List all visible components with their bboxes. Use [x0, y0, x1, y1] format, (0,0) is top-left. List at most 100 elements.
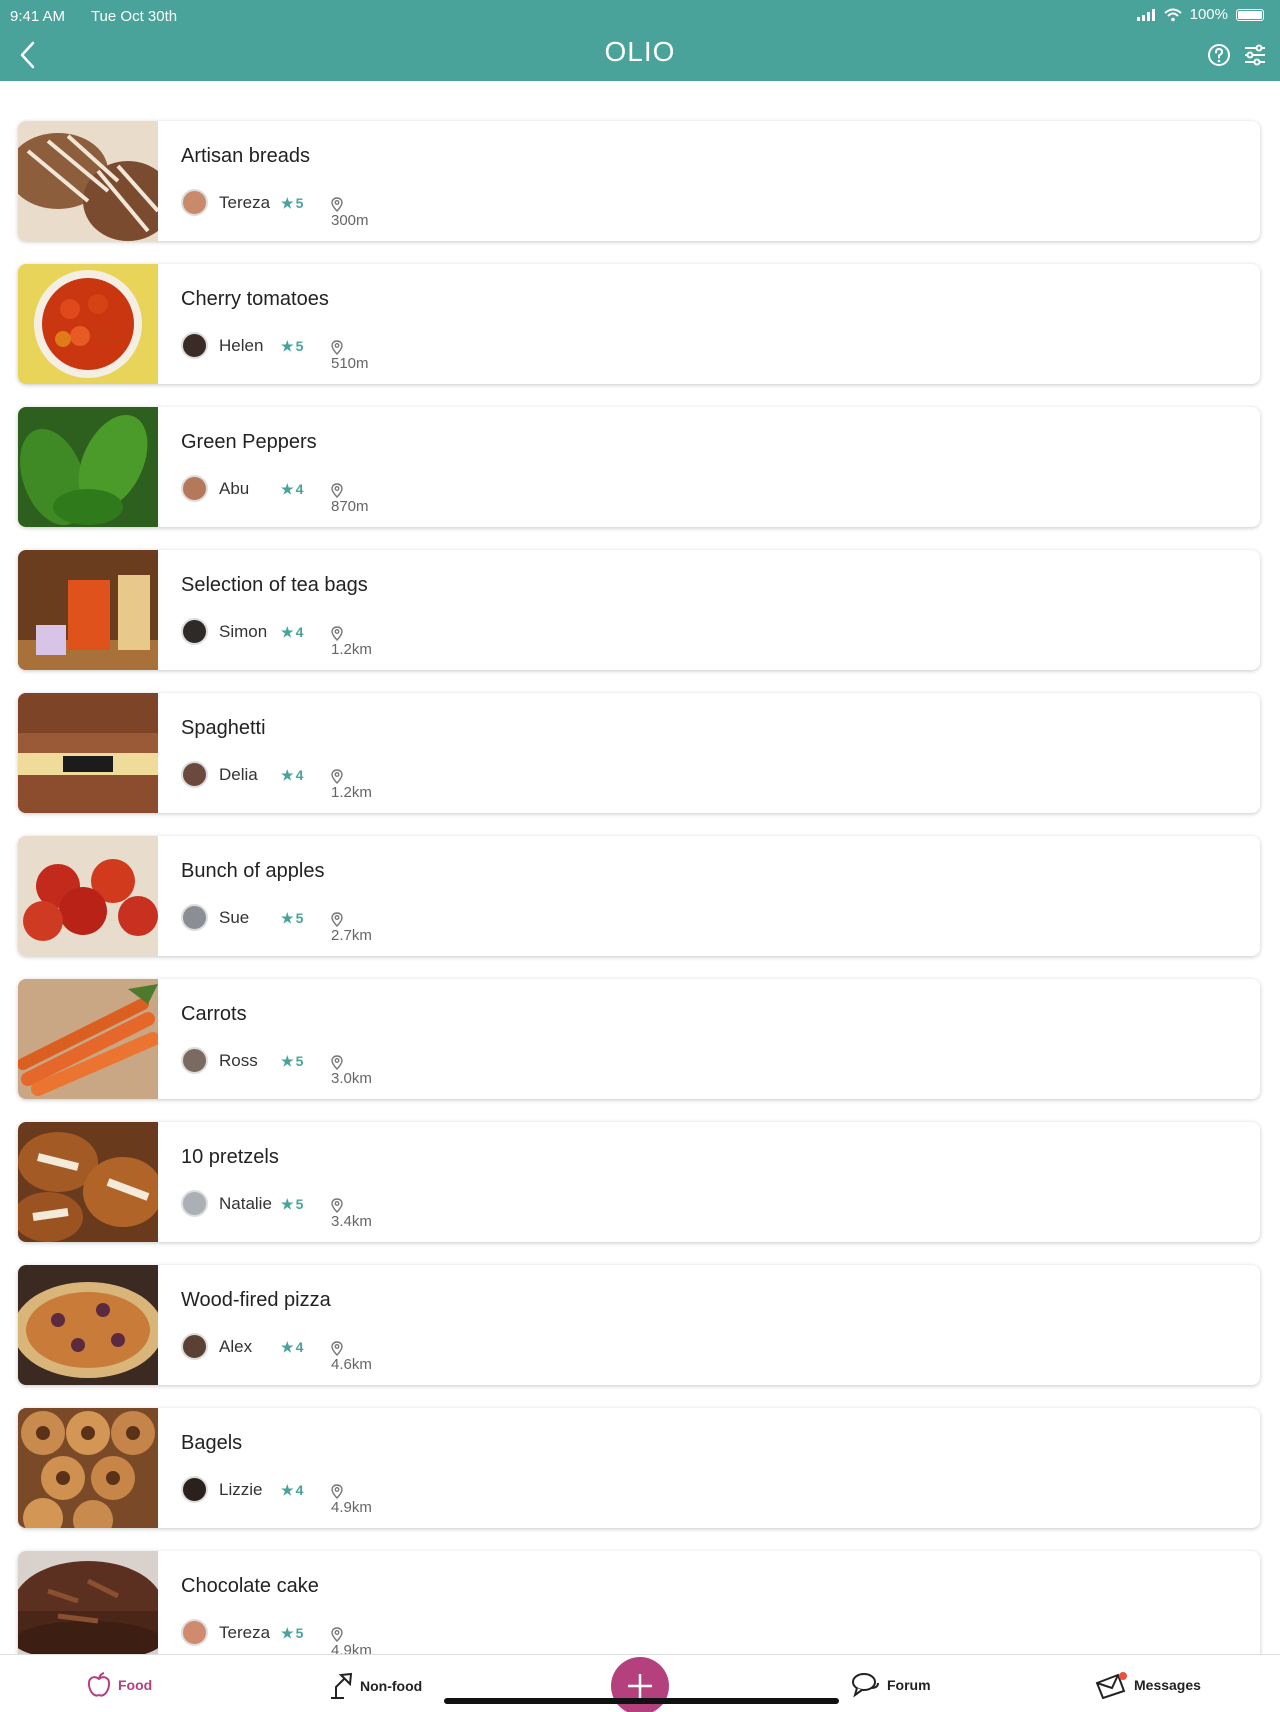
distance-value: 1.2km — [331, 784, 372, 801]
home-indicator — [444, 1698, 839, 1704]
listing-card-3[interactable]: Selection of tea bags Simon ★ 4 1.2km — [18, 550, 1260, 670]
listing-distance: 510m — [331, 338, 369, 372]
avatar — [181, 475, 208, 502]
battery-percent: 100% — [1189, 6, 1228, 23]
avatar — [181, 1333, 208, 1360]
tab-non-food[interactable]: Non-food — [326, 1671, 422, 1701]
location-pin-icon — [331, 482, 343, 498]
listing-card-6[interactable]: Carrots Ross ★ 5 3.0km — [18, 979, 1260, 1099]
tab-forum[interactable]: Forum — [851, 1671, 931, 1699]
pizza-thumbnail — [18, 1265, 158, 1385]
distance-value: 510m — [331, 355, 369, 372]
listing-rating: ★ 5 — [281, 1053, 303, 1070]
listing-distance: 1.2km — [331, 767, 372, 801]
listing-title: Bunch of apples — [181, 860, 325, 882]
status-time: 9:41 AM — [10, 8, 66, 25]
rating-value: 4 — [295, 1339, 304, 1355]
tab-forum-label: Forum — [887, 1677, 931, 1693]
distance-value: 3.4km — [331, 1213, 372, 1230]
listing-title: Cherry tomatoes — [181, 288, 329, 310]
location-pin-icon — [331, 1483, 343, 1499]
location-pin-icon — [331, 768, 343, 784]
location-pin-icon — [331, 1054, 343, 1070]
apple-icon — [87, 1672, 111, 1697]
help-icon[interactable] — [1206, 42, 1232, 68]
signal-icon — [1136, 8, 1155, 21]
listing-distance: 3.0km — [331, 1053, 372, 1087]
lamp-icon — [331, 1672, 353, 1699]
listing-title: Artisan breads — [181, 145, 310, 167]
listing-user: Tereza — [219, 193, 271, 212]
star-icon: ★ — [281, 624, 294, 640]
listing-card-1[interactable]: Cherry tomatoes Helen ★ 5 510m — [18, 264, 1260, 384]
listing-user: Natalie — [219, 1194, 272, 1213]
rating-value: 5 — [295, 195, 304, 211]
star-icon: ★ — [281, 1053, 294, 1069]
listing-title: 10 pretzels — [181, 1146, 279, 1168]
listing-rating: ★ 4 — [281, 1339, 303, 1356]
tab-messages[interactable]: Messages — [1094, 1671, 1201, 1699]
location-pin-icon — [331, 339, 343, 355]
listing-user: Simon — [219, 622, 268, 641]
listing-card-10[interactable]: Chocolate cake Tereza ★ 5 4.9km — [18, 1551, 1260, 1671]
listing-card-4[interactable]: Spaghetti Delia ★ 4 1.2km — [18, 693, 1260, 813]
apples-thumbnail — [18, 836, 158, 956]
listing-title: Wood-fired pizza — [181, 1289, 331, 1311]
listing-card-7[interactable]: 10 pretzels Natalie ★ 5 3.4km — [18, 1122, 1260, 1242]
rating-value: 5 — [295, 1053, 304, 1069]
listing-card-0[interactable]: Artisan breads Tereza ★ 5 300m — [18, 121, 1260, 241]
app-header: 9:41 AM Tue Oct 30th 100% OLIO — [0, 0, 1280, 81]
location-pin-icon — [331, 911, 343, 927]
star-icon: ★ — [281, 767, 294, 783]
listing-title: Green Peppers — [181, 431, 317, 453]
listing-distance: 870m — [331, 481, 369, 515]
peppers-thumbnail — [18, 407, 158, 527]
listing-distance: 4.9km — [331, 1482, 372, 1516]
location-pin-icon — [331, 1626, 343, 1642]
listing-rating: ★ 4 — [281, 1482, 303, 1499]
carrots-thumbnail — [18, 979, 158, 1099]
tab-non-food-label: Non-food — [360, 1678, 423, 1694]
listing-card-2[interactable]: Green Peppers Abu ★ 4 870m — [18, 407, 1260, 527]
listing-user: Tereza — [219, 1623, 271, 1642]
listing-distance: 1.2km — [331, 624, 372, 658]
status-bar-left: 9:41 AM Tue Oct 30th — [10, 8, 199, 25]
avatar — [181, 1619, 208, 1646]
bagels-thumbnail — [18, 1408, 158, 1528]
avatar — [181, 332, 208, 359]
distance-value: 300m — [331, 212, 369, 229]
listing-user: Abu — [219, 479, 250, 498]
avatar — [181, 1047, 208, 1074]
envelope-icon — [1095, 1672, 1127, 1699]
listing-user: Ross — [219, 1051, 258, 1070]
listing-distance: 3.4km — [331, 1196, 372, 1230]
listing-user: Lizzie — [219, 1480, 263, 1499]
tab-food[interactable]: Food — [86, 1671, 152, 1699]
tomatoes-thumbnail — [18, 264, 158, 384]
rating-value: 4 — [295, 1482, 304, 1498]
listing-rating: ★ 4 — [281, 767, 303, 784]
avatar — [181, 1190, 208, 1217]
listing-title: Spaghetti — [181, 717, 266, 739]
star-icon: ★ — [281, 1482, 294, 1498]
bread-thumbnail — [18, 121, 158, 241]
distance-value: 4.6km — [331, 1356, 372, 1373]
star-icon: ★ — [281, 338, 294, 354]
avatar — [181, 1476, 208, 1503]
listing-user: Helen — [219, 336, 264, 355]
listing-rating: ★ 4 — [281, 624, 303, 641]
listing-title: Carrots — [181, 1003, 247, 1025]
avatar — [181, 904, 208, 931]
rating-value: 5 — [295, 1625, 304, 1641]
avatar — [181, 761, 208, 788]
rating-value: 5 — [295, 910, 304, 926]
filter-icon[interactable] — [1242, 42, 1268, 68]
page-title: OLIO — [604, 36, 676, 67]
chat-bubbles-icon — [852, 1673, 879, 1698]
listing-card-8[interactable]: Wood-fired pizza Alex ★ 4 4.6km — [18, 1265, 1260, 1385]
spaghetti-thumbnail — [18, 693, 158, 813]
listing-rating: ★ 4 — [281, 481, 303, 498]
listing-card-5[interactable]: Bunch of apples Sue ★ 5 2.7km — [18, 836, 1260, 956]
listing-card-9[interactable]: Bagels Lizzie ★ 4 4.9km — [18, 1408, 1260, 1528]
listing-title: Chocolate cake — [181, 1575, 319, 1597]
